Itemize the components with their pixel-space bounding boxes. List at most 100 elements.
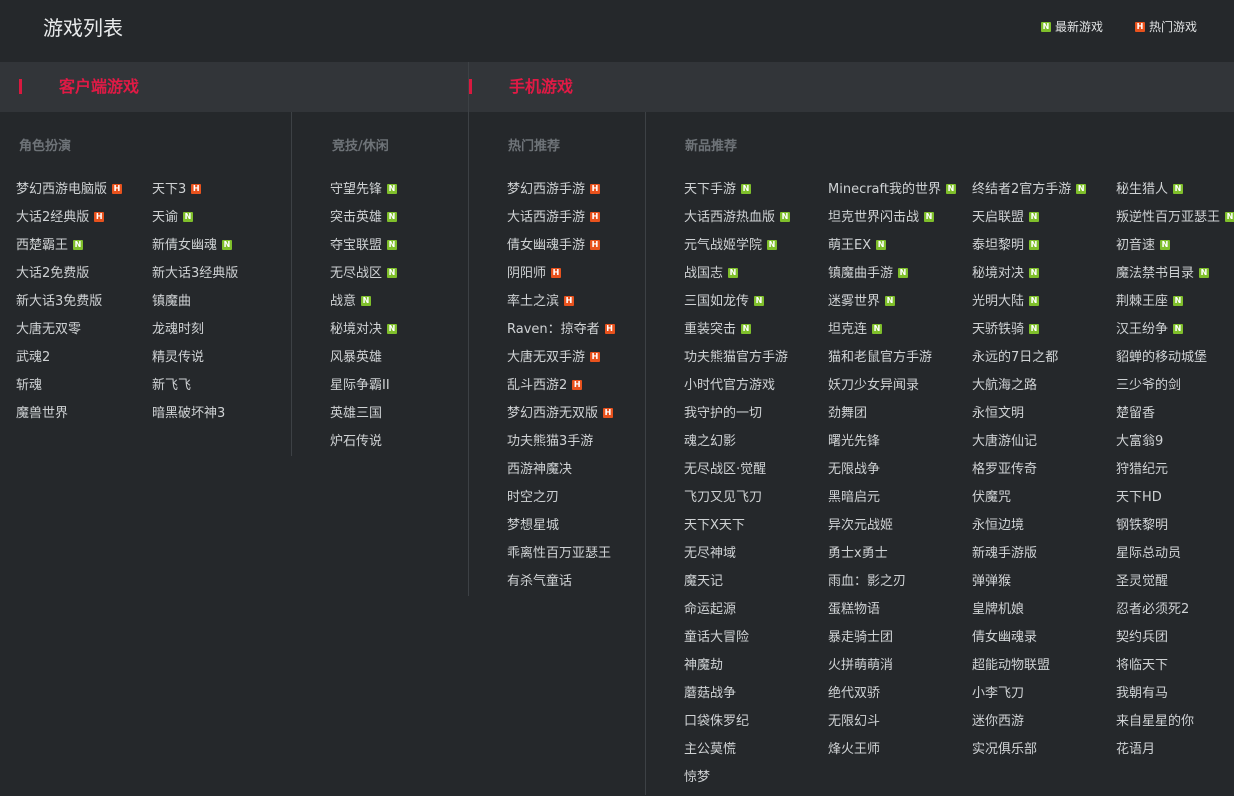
game-link[interactable]: 风暴英雄 [330,348,397,376]
game-link[interactable]: 天骄铁骑 N [972,320,1086,348]
game-link[interactable]: 无尽战区·觉醒 [684,460,790,488]
game-link[interactable]: 魔兽世界 [16,404,122,432]
game-link[interactable]: 天下X天下 [684,516,790,544]
game-link[interactable]: 飞刀又见飞刀 [684,488,790,516]
game-link[interactable]: 倩女幽魂手游 H [507,236,615,264]
game-link[interactable]: 精灵传说 [152,348,238,376]
game-link[interactable]: 狩猎纪元 [1116,460,1234,488]
game-link[interactable]: 天下HD [1116,488,1234,516]
game-link[interactable]: 我朝有马 [1116,684,1234,712]
game-link[interactable]: 小时代官方游戏 [684,376,790,404]
game-link[interactable]: 乖离性百万亚瑟王 [507,544,615,572]
game-link[interactable]: 新倩女幽魂 N [152,236,238,264]
game-link[interactable]: 迷雾世界 N [828,292,956,320]
game-link[interactable]: 大话西游热血版 N [684,208,791,236]
game-link[interactable]: 花语月 [1116,740,1234,768]
game-link[interactable]: 格罗亚传奇 [972,460,1086,488]
game-link[interactable]: 绝代双骄 [828,684,956,712]
game-link[interactable]: 超能动物联盟 [972,656,1086,684]
game-link[interactable]: 曙光先锋 [828,432,956,460]
game-link[interactable]: 叛逆性百万亚瑟王 N [1116,208,1234,236]
game-link[interactable]: 龙魂时刻 [152,320,238,348]
game-link[interactable]: 秘境对决 N [330,320,398,348]
game-link[interactable]: 烽火王师 [828,740,956,768]
game-link[interactable]: 梦幻西游手游 H [507,180,615,208]
game-link[interactable]: 大话2经典版 H [16,208,122,236]
game-link[interactable]: 无尽神域 [684,544,790,572]
game-link[interactable]: 妖刀少女异闻录 [828,376,956,404]
game-link[interactable]: 主公莫慌 [684,740,790,768]
game-link[interactable]: 镇魔曲手游 N [828,264,956,292]
game-link[interactable]: 异次元战姬 [828,516,956,544]
game-link[interactable]: 将临天下 [1116,656,1234,684]
game-link[interactable]: 口袋侏罗纪 [684,712,790,740]
game-link[interactable]: 黑暗启元 [828,488,956,516]
game-link[interactable]: 梦幻西游无双版 H [507,404,615,432]
game-link[interactable]: 功夫熊猫3手游 [507,432,615,460]
game-link[interactable]: 大唐游仙记 [972,432,1086,460]
game-link[interactable]: 天启联盟 N [972,208,1086,236]
game-link[interactable]: 重装突击 N [684,320,790,348]
game-link[interactable]: 童话大冒险 [684,628,790,656]
game-link[interactable]: 新大话3经典版 [152,264,238,292]
game-link[interactable]: 星际争霸II [330,376,397,404]
game-link[interactable]: 魔法禁书目录 N [1116,264,1234,292]
game-link[interactable]: 劲舞团 [828,404,956,432]
game-link[interactable]: 有杀气童话 [507,572,615,600]
game-link[interactable]: 夺宝联盟 N [330,236,398,264]
game-link[interactable]: 星际总动员 [1116,544,1234,572]
game-link[interactable]: 三少爷的剑 [1116,376,1234,404]
game-link[interactable]: 荆棘王座 N [1116,292,1234,320]
game-link[interactable]: 契约兵团 [1116,628,1234,656]
game-link[interactable]: 大富翁9 [1116,432,1234,460]
game-link[interactable]: 火拼萌萌消 [828,656,956,684]
game-link[interactable]: 功夫熊猫官方手游 [684,348,790,376]
game-link[interactable]: 突击英雄 N [330,208,398,236]
game-link[interactable]: 天下3 H [152,180,238,208]
game-link[interactable]: 魔天记 [684,572,790,600]
game-link[interactable]: 天谕 N [152,208,238,236]
game-link[interactable]: 阴阳师 H [507,264,615,292]
game-link[interactable]: 惊梦 [684,768,790,796]
game-link[interactable]: 倩女幽魂录 [972,628,1086,656]
game-link[interactable]: 小李飞刀 [972,684,1086,712]
game-link[interactable]: 我守护的一切 [684,404,790,432]
game-link[interactable]: 迷你西游 [972,712,1086,740]
game-link[interactable]: 圣灵觉醒 [1116,572,1234,600]
game-link[interactable]: 战国志 N [684,264,790,292]
game-link[interactable]: 秘境对决 N [972,264,1086,292]
game-link[interactable]: 大唐无双零 [16,320,122,348]
game-link[interactable]: 勇士x勇士 [828,544,956,572]
game-link[interactable]: 萌王EX N [828,236,956,264]
game-link[interactable]: 貂蝉的移动城堡 [1116,348,1234,376]
game-link[interactable]: 西游神魔决 [507,460,615,488]
game-link[interactable]: 乱斗西游2 H [507,376,615,404]
game-link[interactable]: 忍者必须死2 [1116,600,1234,628]
game-link[interactable]: 命运起源 [684,600,790,628]
game-link[interactable]: 新魂手游版 [972,544,1086,572]
game-link[interactable]: 皇牌机娘 [972,600,1086,628]
game-link[interactable]: 大话2免费版 [16,264,122,292]
game-link[interactable]: 新大话3免费版 [16,292,122,320]
game-link[interactable]: 无限幻斗 [828,712,956,740]
mobile-games-title[interactable]: 手机游戏 [509,76,573,98]
game-link[interactable]: 大话西游手游 H [507,208,615,236]
game-link[interactable]: 来自星星的你 [1116,712,1234,740]
game-link[interactable]: 暗黑破坏神3 [152,404,238,432]
game-link[interactable]: 大唐无双手游 H [507,348,615,376]
game-link[interactable]: 坦克世界闪击战 N [828,208,956,236]
game-link[interactable]: 汉王纷争 N [1116,320,1234,348]
game-link[interactable]: 无限战争 [828,460,956,488]
client-games-title[interactable]: 客户端游戏 [59,76,139,98]
game-link[interactable]: 猫和老鼠官方手游 [828,348,956,376]
game-link[interactable]: 弹弹猴 [972,572,1086,600]
game-link[interactable]: Minecraft我的世界 N [828,180,956,208]
game-link[interactable]: 伏魔咒 [972,488,1086,516]
game-link[interactable]: 坦克连 N [828,320,956,348]
game-link[interactable]: 永恒文明 [972,404,1086,432]
game-link[interactable]: 元气战姬学院 N [684,236,790,264]
game-link[interactable]: 钢铁黎明 [1116,516,1234,544]
game-link[interactable]: 镇魔曲 [152,292,238,320]
game-link[interactable]: 梦想星城 [507,516,615,544]
game-link[interactable]: 大航海之路 [972,376,1086,404]
